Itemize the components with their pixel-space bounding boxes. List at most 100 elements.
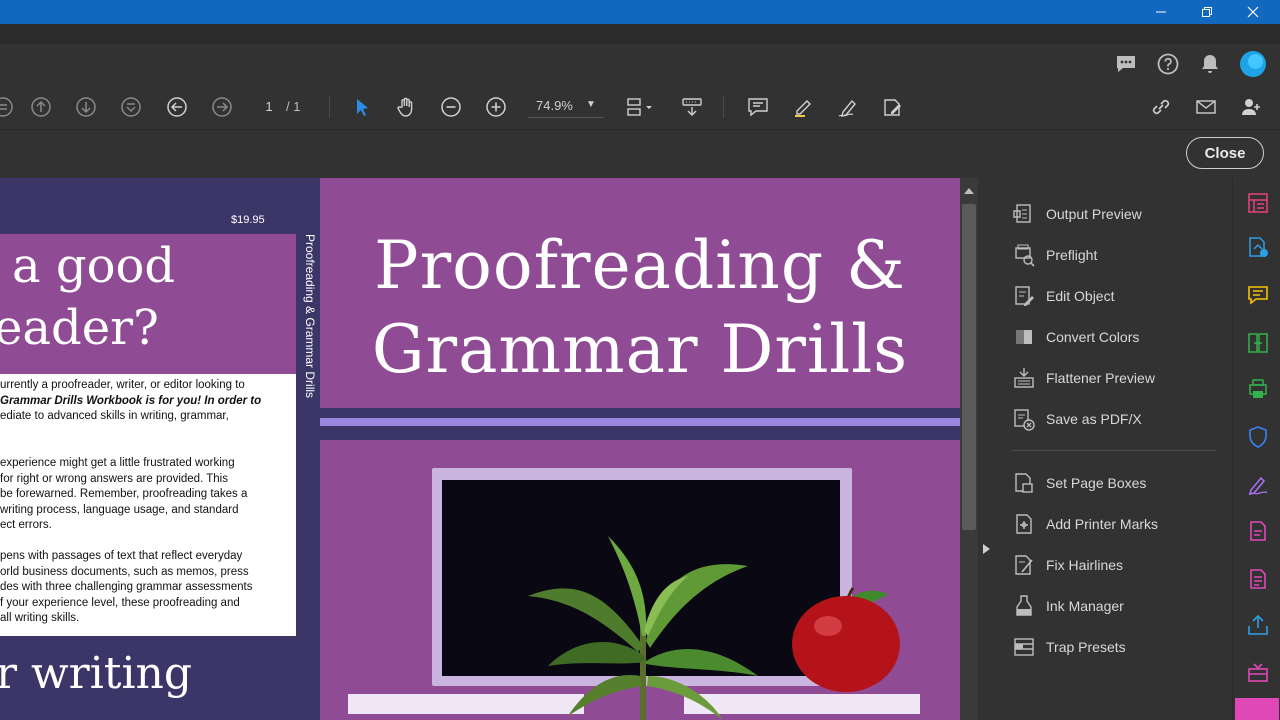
ink-manager-icon (1012, 594, 1036, 618)
window-titlebar (0, 0, 1280, 24)
trap-presets-icon (1012, 635, 1036, 659)
expand-panel-chevron-icon[interactable] (983, 544, 990, 554)
tool-header-bar (0, 130, 1280, 178)
share-upload-icon[interactable] (1245, 612, 1271, 638)
comment-bubble-icon[interactable] (1114, 52, 1138, 76)
export-pdf-icon[interactable] (1245, 234, 1271, 260)
preflight-icon (1012, 243, 1036, 267)
back-cover: $19.95 a good eader? urrently a proofrea… (0, 178, 298, 720)
email-icon[interactable] (1193, 94, 1219, 120)
cover-title-line2: Grammar Drills (371, 311, 909, 388)
tool-convert-colors[interactable]: Convert Colors (1012, 322, 1139, 352)
set-page-boxes-icon (1012, 471, 1036, 495)
last-page-icon[interactable] (118, 94, 144, 120)
tool-label: Trap Presets (1046, 639, 1126, 655)
tool-flattener-preview[interactable]: Flattener Preview (1012, 363, 1155, 393)
zoom-select[interactable]: 74.9% ▼ (528, 96, 604, 118)
page-number-input[interactable]: 1 (255, 97, 283, 117)
share-link-icon[interactable] (1148, 94, 1174, 120)
toolbar-divider (329, 96, 330, 118)
price-label: $19.95 (231, 214, 265, 226)
sign-pen-icon[interactable] (835, 94, 861, 120)
back-cover-text-box: urrently a proofreader, writer, or edito… (0, 374, 296, 636)
combine-files-icon[interactable] (1245, 660, 1271, 686)
organize-pages-icon[interactable] (1245, 190, 1271, 216)
select-cursor-icon[interactable] (349, 94, 375, 120)
zoom-in-icon[interactable] (483, 94, 509, 120)
tool-ink-manager[interactable]: Ink Manager (1012, 591, 1124, 621)
vertical-scrollbar[interactable] (960, 178, 978, 720)
protect-shield-icon[interactable] (1245, 424, 1271, 450)
scrollbar-thumb[interactable] (962, 204, 976, 530)
print-production-icon[interactable] (1245, 376, 1271, 402)
close-tool-button[interactable]: Close (1186, 137, 1264, 169)
output-preview-icon (1012, 202, 1036, 226)
back-paragraph-3: pens with passages of text that reflect … (0, 550, 253, 624)
back-cover-headline-box: a good eader? (0, 234, 296, 374)
tool-fix-hairlines[interactable]: Fix Hairlines (1012, 550, 1123, 580)
previous-page-up-icon[interactable] (28, 94, 54, 120)
tool-save-as-pdfx[interactable]: Save as PDF/X (1012, 404, 1142, 434)
book-spine: Proofreading & Grammar Drills (298, 178, 320, 720)
avatar[interactable] (1240, 51, 1266, 77)
active-tool-highlight[interactable] (1235, 698, 1279, 720)
save-pdfx-icon (1012, 407, 1036, 431)
tool-label: Output Preview (1046, 206, 1142, 222)
print-production-panel: Output Preview Preflight Edit Object Con… (996, 178, 1232, 720)
document-viewport[interactable]: $19.95 a good eader? urrently a proofrea… (0, 178, 960, 720)
tool-preflight[interactable]: Preflight (1012, 240, 1097, 270)
page-display-icon[interactable] (622, 94, 658, 120)
help-icon[interactable] (1156, 52, 1180, 76)
close-window-icon[interactable] (1230, 0, 1276, 24)
minimize-icon[interactable] (1138, 0, 1184, 24)
tool-label: Convert Colors (1046, 329, 1140, 345)
add-user-icon[interactable] (1238, 94, 1264, 120)
cover-title-line1: Proofreading & (374, 227, 906, 304)
plant-image (528, 536, 758, 720)
tool-edit-object[interactable]: Edit Object (1012, 281, 1114, 311)
compare-files-icon[interactable] (1245, 330, 1271, 356)
tool-label: Save as PDF/X (1046, 411, 1142, 427)
tool-label: Preflight (1046, 247, 1098, 263)
previous-view-icon[interactable] (164, 94, 190, 120)
tool-trap-presets[interactable]: Trap Presets (1012, 632, 1126, 662)
notification-bell-icon[interactable] (1198, 52, 1222, 76)
zoom-out-icon[interactable] (438, 94, 464, 120)
menu-bar (0, 24, 1280, 44)
add-comment-icon[interactable] (745, 94, 771, 120)
scroll-mode-icon[interactable] (679, 94, 705, 120)
tool-label: Flattener Preview (1046, 370, 1155, 386)
tool-set-page-boxes[interactable]: Set Page Boxes (1012, 468, 1146, 498)
top-bar (0, 44, 1280, 82)
back-paragraph-1: urrently a proofreader, writer, or edito… (0, 379, 262, 422)
printer-marks-icon (1012, 512, 1036, 536)
back-bottom-headline: r writing (0, 648, 193, 699)
tool-label: Add Printer Marks (1046, 516, 1159, 532)
comment-tool-icon[interactable] (1245, 282, 1271, 308)
back-headline-line1: a good (12, 238, 176, 294)
chevron-down-icon: ▼ (586, 99, 596, 110)
create-pdf-icon[interactable] (1245, 518, 1271, 544)
highlight-pen-icon[interactable] (790, 94, 816, 120)
tool-add-printer-marks[interactable]: Add Printer Marks (1012, 509, 1158, 539)
restore-icon[interactable] (1184, 0, 1230, 24)
next-page-down-icon[interactable] (73, 94, 99, 120)
apple-image (792, 587, 900, 692)
first-page-icon[interactable] (0, 94, 16, 120)
hand-tool-icon[interactable] (393, 94, 419, 120)
front-cover: Proofreading & Grammar Drills (320, 178, 960, 720)
convert-colors-icon (1012, 325, 1036, 349)
tool-label: Set Page Boxes (1046, 475, 1147, 491)
tool-output-preview[interactable]: Output Preview (1012, 199, 1142, 229)
back-headline-line2: eader? (0, 300, 159, 356)
fill-and-sign-icon[interactable] (1245, 472, 1271, 498)
fill-sign-icon[interactable] (880, 94, 906, 120)
edit-pdf-icon[interactable] (1245, 566, 1271, 592)
main-toolbar: 1 / 1 74.9% ▼ (0, 82, 1280, 130)
panel-divider (1012, 450, 1216, 451)
edit-object-icon (1012, 284, 1036, 308)
tool-label: Ink Manager (1046, 598, 1124, 614)
fix-hairlines-icon (1012, 553, 1036, 577)
scroll-up-arrow-icon[interactable] (964, 188, 974, 194)
next-view-icon[interactable] (209, 94, 235, 120)
